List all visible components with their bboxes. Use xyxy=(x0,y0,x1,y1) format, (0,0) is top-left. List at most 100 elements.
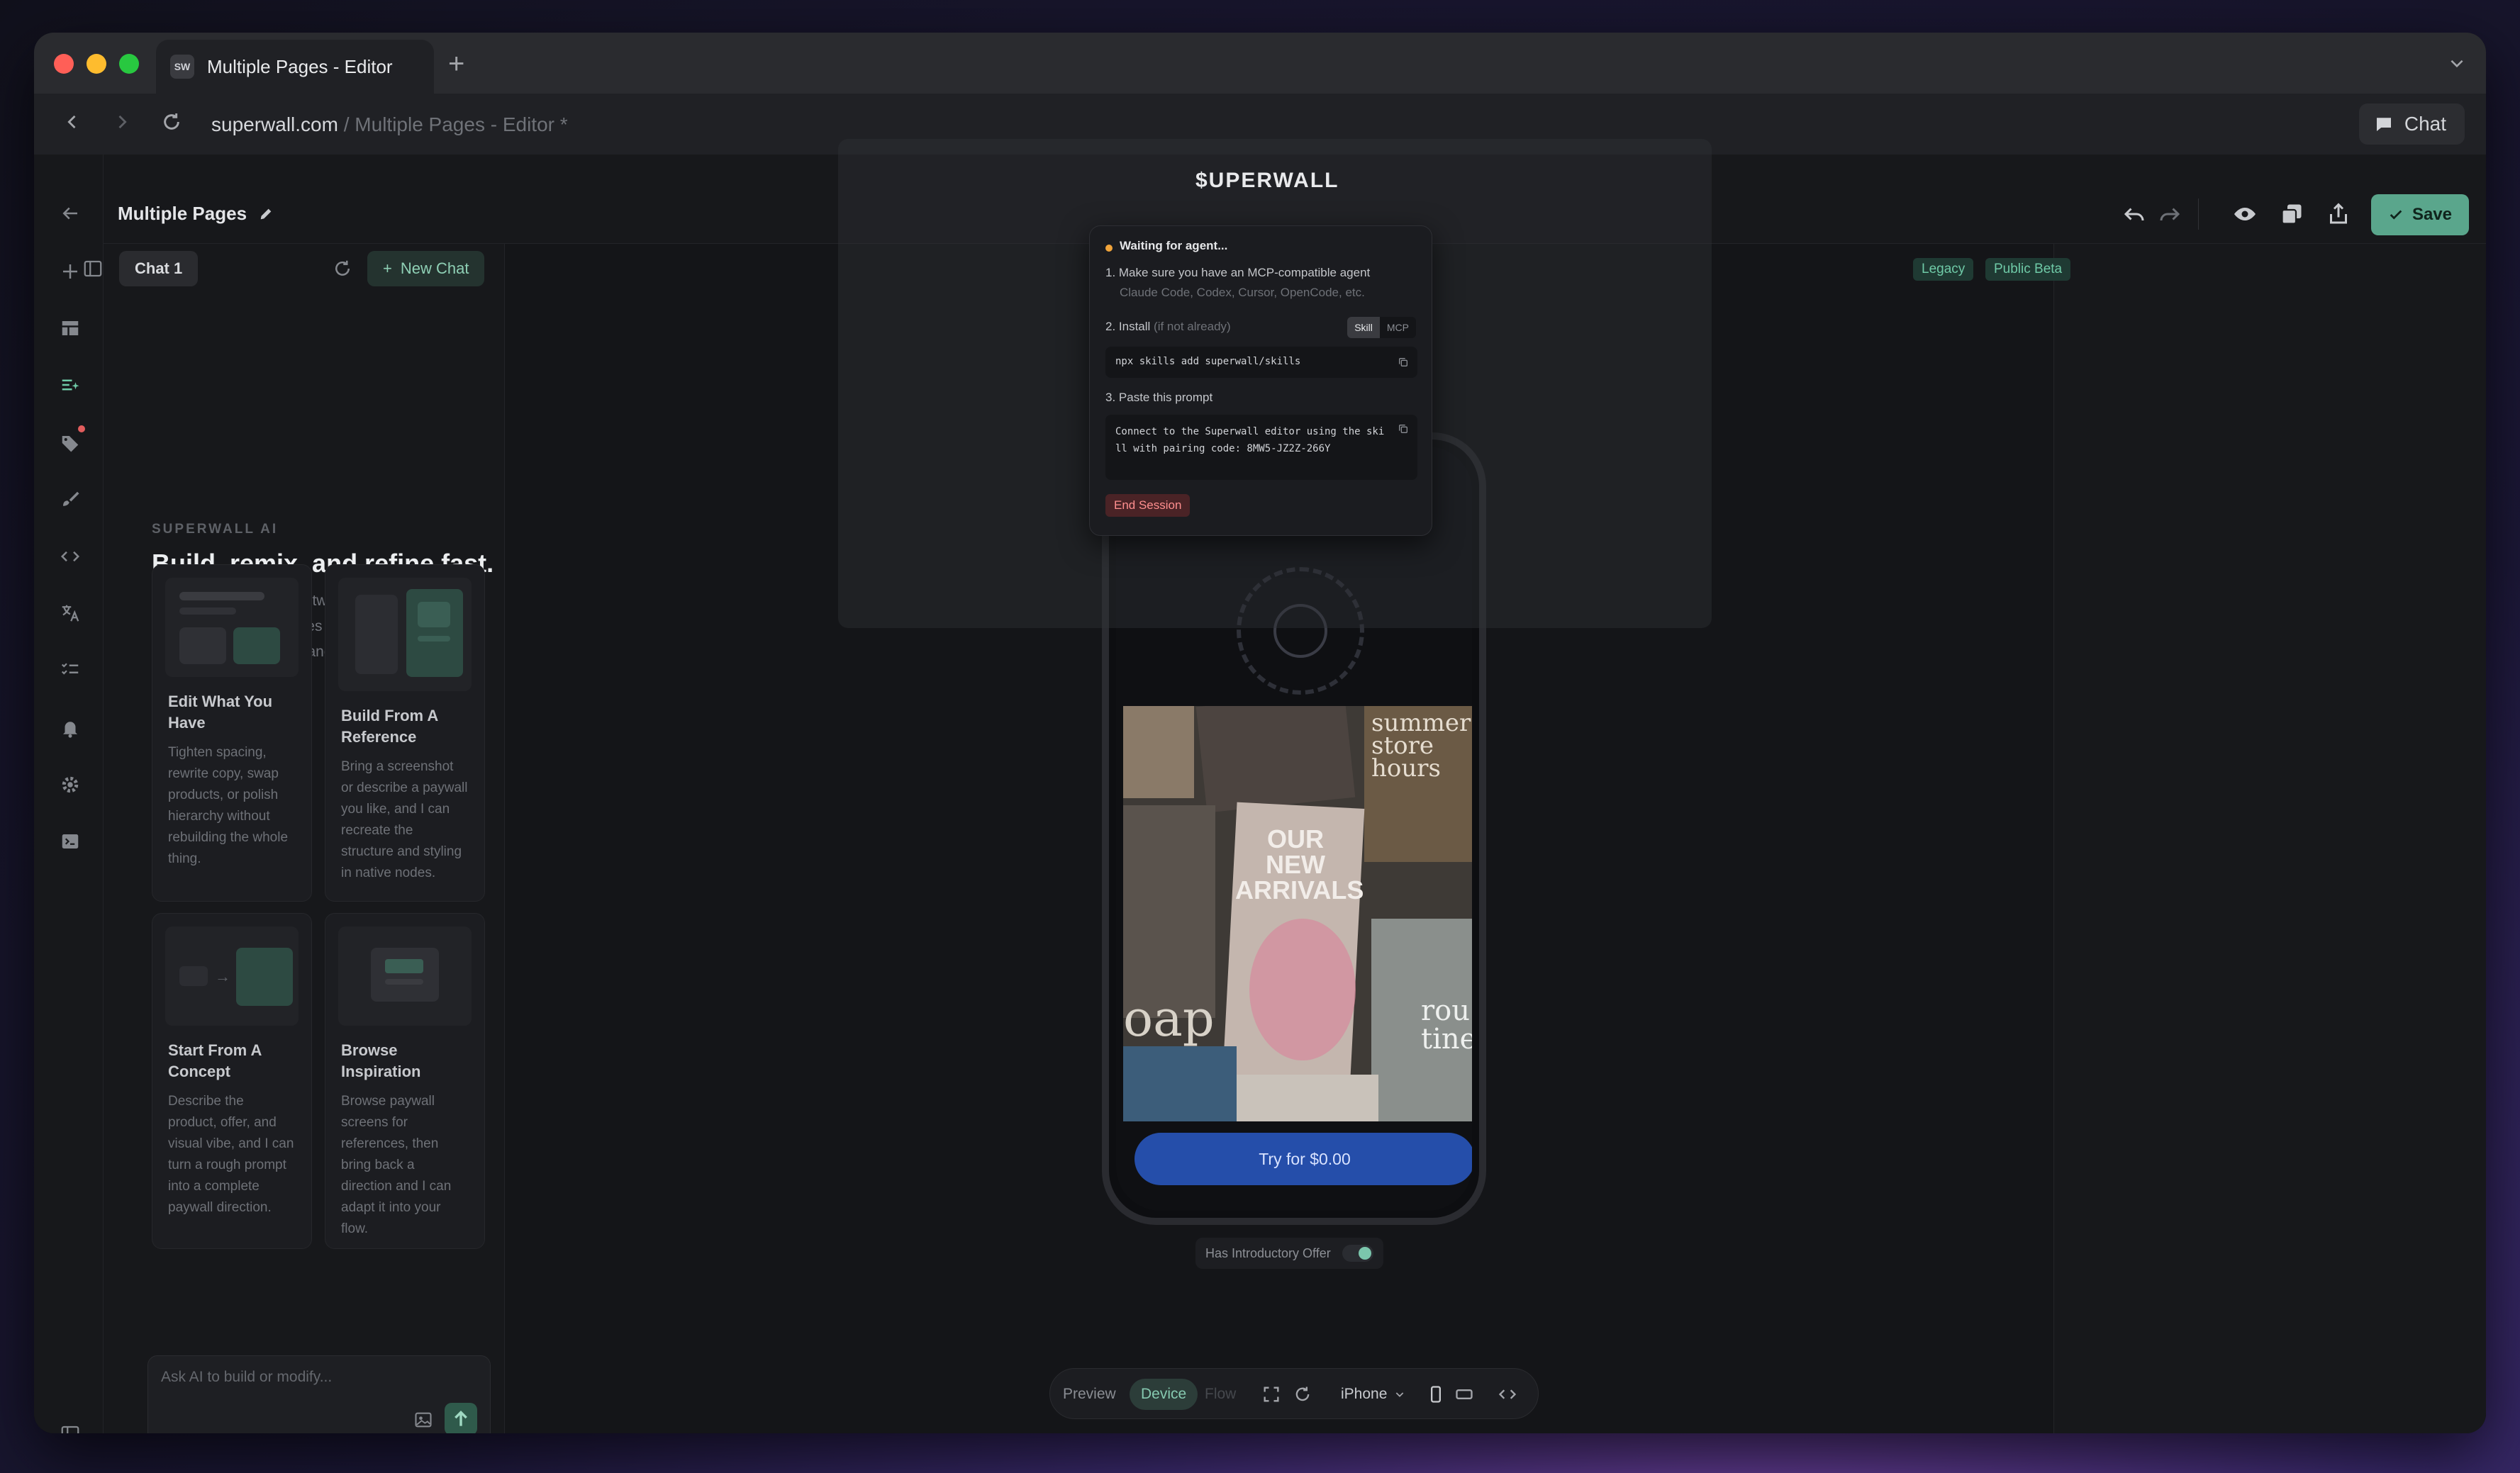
step-2: 2. Install (if not already) xyxy=(1105,320,1231,334)
toolbar-divider xyxy=(2198,198,2199,230)
device-select[interactable]: iPhone xyxy=(1341,1379,1405,1410)
card-browse-inspiration[interactable]: Browse Inspiration Browse paywall screen… xyxy=(325,913,485,1249)
tab-device[interactable]: Device xyxy=(1130,1379,1198,1410)
tag-icon[interactable] xyxy=(60,432,81,454)
share-icon[interactable] xyxy=(2326,201,2351,227)
collage-text-store-hours: summer store hours xyxy=(1371,709,1471,783)
public-beta-badge: Public Beta xyxy=(1985,258,2071,281)
title-bar: SW Multiple Pages - Editor + xyxy=(34,33,2486,94)
save-button[interactable]: Save xyxy=(2370,194,2469,235)
copy-icon[interactable] xyxy=(1398,423,1409,435)
intro-offer-toggle[interactable] xyxy=(1342,1245,1373,1262)
card-build-from-reference[interactable]: Build From A Reference Bring a screensho… xyxy=(325,564,485,902)
fullscreen-icon[interactable] xyxy=(1261,1384,1281,1404)
back-arrow-icon[interactable] xyxy=(60,203,81,224)
segment-skill[interactable]: Skill xyxy=(1347,317,1380,338)
chat-bubble-icon xyxy=(2376,118,2391,131)
ai-sparkle-list-icon[interactable] xyxy=(60,374,81,396)
superwall-favicon-icon: SW xyxy=(170,55,194,79)
checklist-icon[interactable] xyxy=(60,659,81,681)
card-thumbnail xyxy=(338,578,472,691)
new-chat-button[interactable]: + New Chat xyxy=(367,251,485,286)
url-host: superwall.com xyxy=(211,113,338,135)
code-icon[interactable] xyxy=(1497,1384,1518,1404)
portrait-icon[interactable] xyxy=(1426,1384,1446,1404)
notification-dot xyxy=(78,425,85,432)
check-icon xyxy=(2390,210,2402,220)
bell-icon[interactable] xyxy=(60,717,81,739)
tab-preview[interactable]: Preview xyxy=(1063,1379,1116,1410)
step-2-note: (if not already) xyxy=(1154,320,1231,333)
pairing-prompt: Connect to the Superwall editor using th… xyxy=(1105,415,1417,480)
tab-flow[interactable]: Flow xyxy=(1205,1379,1236,1410)
landscape-icon[interactable] xyxy=(1454,1384,1474,1404)
zoom-window-button[interactable] xyxy=(119,54,139,74)
step-1: 1. Make sure you have an MCP-compatible … xyxy=(1105,266,1371,279)
browser-window: SW Multiple Pages - Editor + superwall.c… xyxy=(34,33,2486,1433)
try-button[interactable]: Try for $0.00 xyxy=(1134,1133,1472,1185)
pencil-icon[interactable] xyxy=(258,206,274,222)
minimize-window-button[interactable] xyxy=(87,54,106,74)
install-command-text: npx skills add superwall/skills xyxy=(1115,356,1301,367)
back-arrow-icon[interactable] xyxy=(62,112,82,132)
paint-brush-icon[interactable] xyxy=(60,489,81,510)
gear-icon[interactable] xyxy=(60,774,81,795)
step-1-sub: Claude Code, Codex, Cursor, OpenCode, et… xyxy=(1120,286,1365,299)
refresh-icon[interactable] xyxy=(1293,1384,1312,1404)
collage-text-arrivals: OUR NEW ARRIVALS xyxy=(1235,824,1364,904)
ai-prompt-placeholder: Ask AI to build or modify... xyxy=(161,1369,333,1385)
tab-chat-1[interactable]: Chat 1 xyxy=(119,251,199,286)
redo-icon[interactable] xyxy=(2157,201,2182,227)
waiting-status-dot xyxy=(1105,245,1113,252)
panel-layout-icon[interactable] xyxy=(82,258,104,279)
card-start-from-concept[interactable]: → Start From A Concept Describe the prod… xyxy=(152,913,312,1249)
history-icon[interactable] xyxy=(332,258,353,279)
eye-icon[interactable] xyxy=(2232,201,2258,227)
intro-offer-toggle-row[interactable]: Has Introductory Offer xyxy=(1195,1238,1383,1269)
image-attach-icon[interactable] xyxy=(413,1410,433,1430)
project-title[interactable]: Multiple Pages xyxy=(118,203,274,225)
ai-prompt-input[interactable]: Ask AI to build or modify... xyxy=(147,1355,491,1433)
legacy-badge: Legacy xyxy=(1913,258,1974,281)
card-description: Describe the product, offer, and visual … xyxy=(168,1094,294,1215)
new-chat-label: New Chat xyxy=(400,259,469,277)
close-window-button[interactable] xyxy=(54,54,74,74)
image-collage: summer store hours oap OUR NEW ARRIVALS … xyxy=(1123,706,1472,1121)
save-label: Save xyxy=(2412,205,2452,224)
step-3: 3. Paste this prompt xyxy=(1105,391,1213,404)
chevron-down-icon xyxy=(1396,1392,1404,1397)
browser-chat-button[interactable]: Chat xyxy=(2358,103,2465,145)
card-thumbnail xyxy=(165,578,299,677)
forward-arrow-icon[interactable] xyxy=(112,112,132,132)
end-session-button[interactable]: End Session xyxy=(1105,494,1191,517)
plus-icon: + xyxy=(383,259,392,277)
plus-icon[interactable] xyxy=(60,261,81,282)
card-edit-what-you-have[interactable]: Edit What You Have Tighten spacing, rewr… xyxy=(152,564,312,902)
device-select-value: iPhone xyxy=(1341,1386,1388,1402)
properties-panel xyxy=(2053,244,2486,1433)
terminal-icon[interactable] xyxy=(60,831,81,852)
code-icon[interactable] xyxy=(60,546,81,567)
install-command: npx skills add superwall/skills xyxy=(1105,347,1417,378)
card-thumbnail xyxy=(338,926,472,1026)
send-button[interactable] xyxy=(445,1403,477,1433)
ai-eyebrow: SUPERWALL AI xyxy=(152,522,279,537)
card-description: Browse paywall screens for references, t… xyxy=(341,1094,452,1236)
superwall-logo: $UPERWALL xyxy=(1195,169,1339,192)
url-path: / Multiple Pages - Editor * xyxy=(338,113,568,135)
layout-icon[interactable] xyxy=(60,318,81,339)
url-field[interactable]: superwall.com / Multiple Pages - Editor … xyxy=(211,113,568,136)
collage-text-oap: oap xyxy=(1123,990,1215,1048)
chevron-down-icon[interactable] xyxy=(2448,54,2466,72)
undo-icon[interactable] xyxy=(2122,201,2147,227)
duplicate-icon[interactable] xyxy=(2279,201,2304,227)
translate-icon[interactable] xyxy=(60,603,81,624)
reload-icon[interactable] xyxy=(160,111,183,133)
copy-icon[interactable] xyxy=(1398,357,1409,368)
sidebar-toggle-icon[interactable] xyxy=(60,1423,81,1433)
project-title-text: Multiple Pages xyxy=(118,203,247,224)
segment-mcp[interactable]: MCP xyxy=(1380,317,1416,338)
browser-tab[interactable]: SW Multiple Pages - Editor xyxy=(156,40,434,94)
intro-offer-label: Has Introductory Offer xyxy=(1205,1245,1331,1260)
new-tab-button[interactable]: + xyxy=(448,50,464,78)
